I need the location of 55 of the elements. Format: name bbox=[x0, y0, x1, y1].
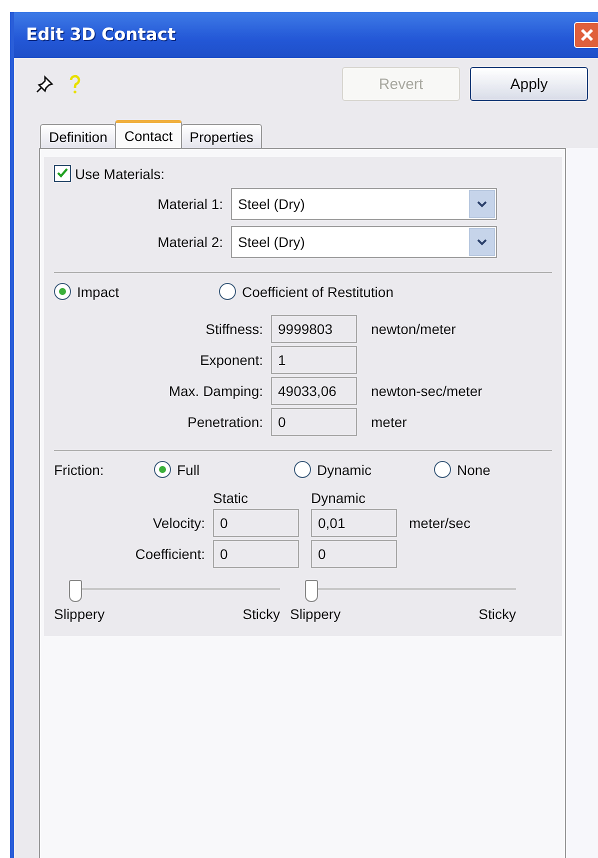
field-label: Max. Damping: bbox=[168, 383, 264, 399]
unit-label: meter bbox=[371, 414, 407, 430]
slider-min-label: Slippery bbox=[54, 606, 105, 622]
field-label: Coefficient: bbox=[134, 546, 206, 562]
field-label: Exponent: bbox=[198, 352, 264, 368]
radio-button[interactable] bbox=[294, 461, 311, 478]
field-label: Velocity: bbox=[152, 515, 206, 531]
dropdown-arrow-button[interactable] bbox=[469, 190, 495, 218]
value-field[interactable]: 0 bbox=[213, 509, 299, 537]
checkbox[interactable] bbox=[54, 165, 71, 182]
radio-label: Coefficient of Restitution bbox=[242, 284, 394, 300]
slider-max-label: Sticky bbox=[478, 606, 516, 622]
unit-label: newton-sec/meter bbox=[371, 383, 482, 399]
window-title: Edit 3D Contact bbox=[26, 25, 176, 45]
value-field[interactable]: 0 bbox=[213, 540, 299, 568]
apply-button[interactable]: Apply bbox=[470, 67, 588, 101]
value-field[interactable]: 49033,06 bbox=[271, 377, 357, 405]
dropdown-arrow-button[interactable] bbox=[469, 228, 495, 256]
radio-button[interactable] bbox=[219, 283, 236, 300]
value-field[interactable]: 1 bbox=[271, 346, 357, 374]
field-label: Stiffness: bbox=[204, 321, 264, 337]
slider-min-label: Slippery bbox=[290, 606, 341, 622]
radio-label: Impact bbox=[77, 284, 120, 300]
slider-thumb[interactable] bbox=[69, 580, 82, 602]
field-label: Material 2: bbox=[156, 234, 224, 250]
radio-button[interactable] bbox=[154, 461, 171, 478]
slider-thumb[interactable] bbox=[305, 580, 318, 602]
field-label: Material 1: bbox=[156, 196, 224, 212]
radio-label: Full bbox=[177, 462, 200, 478]
value-field[interactable]: 0 bbox=[271, 408, 357, 436]
pin-icon[interactable] bbox=[36, 75, 54, 93]
radio-button[interactable] bbox=[434, 461, 451, 478]
value-field[interactable]: 9999803 bbox=[271, 315, 357, 343]
material-dropdown[interactable]: Steel (Dry) bbox=[231, 188, 497, 220]
chevron-down-icon bbox=[477, 200, 487, 208]
material-dropdown[interactable]: Steel (Dry) bbox=[231, 226, 497, 258]
column-header: Static bbox=[213, 490, 248, 506]
radio-label: None bbox=[457, 462, 490, 478]
unit-label: meter/sec bbox=[409, 515, 470, 531]
column-header: Dynamic bbox=[311, 490, 366, 506]
tab[interactable]: Contact bbox=[115, 120, 182, 148]
field-label: Penetration: bbox=[186, 414, 264, 430]
radio-label: Dynamic bbox=[317, 462, 372, 478]
friction-label: Friction: bbox=[54, 462, 105, 478]
chevron-down-icon bbox=[477, 238, 487, 246]
unit-label: newton/meter bbox=[371, 321, 456, 337]
value-field[interactable]: 0 bbox=[311, 540, 397, 568]
close-button[interactable] bbox=[574, 22, 598, 48]
tab[interactable]: Definition bbox=[40, 124, 116, 148]
radio-button[interactable] bbox=[54, 283, 71, 300]
value-field[interactable]: 0,01 bbox=[311, 509, 397, 537]
tab[interactable]: Properties bbox=[180, 124, 262, 148]
slider-max-label: Sticky bbox=[242, 606, 280, 622]
checkbox-label: Use Materials: bbox=[75, 166, 164, 182]
close-icon bbox=[579, 27, 595, 43]
